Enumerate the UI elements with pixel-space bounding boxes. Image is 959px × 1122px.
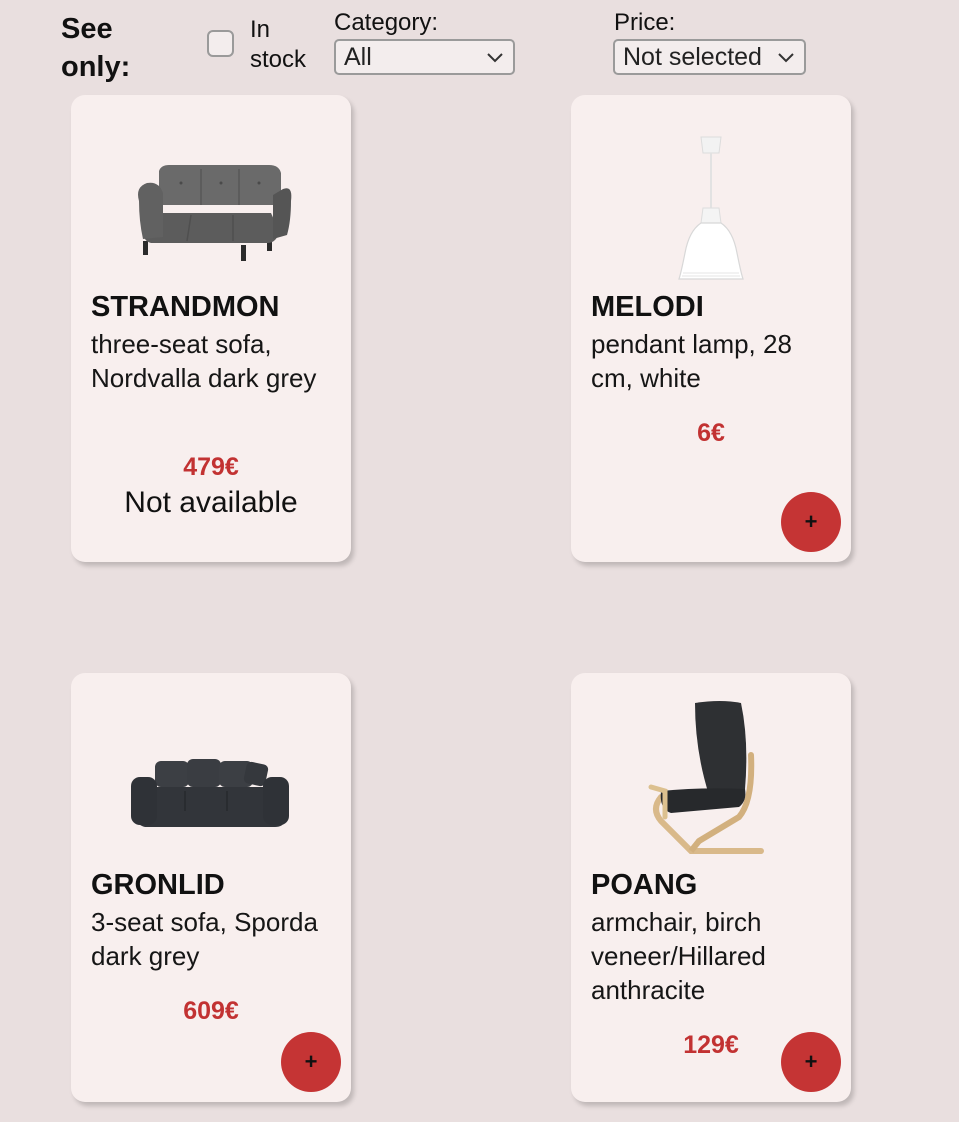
- armchair-image: [648, 701, 764, 854]
- category-label: Category:: [334, 9, 439, 36]
- add-to-cart-button[interactable]: +: [781, 1032, 841, 1092]
- product-name: POANG: [591, 869, 698, 901]
- product-card-melodi[interactable]: MELODI pendant lamp, 28 cm, white 6€ +: [571, 95, 851, 562]
- product-price: 6€: [697, 419, 725, 447]
- add-to-cart-button[interactable]: +: [281, 1032, 341, 1092]
- product-card-gronlid[interactable]: GRONLID 3-seat sofa, Sporda dark grey 60…: [71, 673, 351, 1102]
- product-description: pendant lamp, 28 cm, white: [591, 329, 792, 393]
- pendant-lamp-image: [678, 136, 744, 280]
- in-stock-label[interactable]: In stock: [250, 15, 330, 75]
- category-select[interactable]: All: [334, 39, 515, 75]
- category-select-value: All: [344, 43, 372, 71]
- chevron-down-icon: [487, 53, 503, 63]
- in-stock-checkbox[interactable]: [207, 30, 234, 57]
- chevron-down-icon: [778, 53, 794, 63]
- price-select[interactable]: Not selected: [613, 39, 806, 75]
- availability-status: Not available: [124, 486, 298, 519]
- product-price: 479€: [183, 453, 239, 481]
- product-description: 3-seat sofa, Sporda dark grey: [91, 907, 318, 971]
- product-name: GRONLID: [91, 869, 225, 901]
- product-description: three-seat sofa, Nordvalla dark grey: [91, 329, 317, 393]
- product-card-strandmon[interactable]: STRANDMON three-seat sofa, Nordvalla dar…: [71, 95, 351, 562]
- product-description: armchair, birch veneer/Hillared anthraci…: [591, 907, 766, 1005]
- price-label: Price:: [614, 9, 676, 36]
- wingback-sofa-image: [138, 165, 292, 261]
- product-price: 609€: [183, 997, 239, 1025]
- three-seat-sofa-image: [131, 759, 289, 827]
- product-name: MELODI: [591, 291, 704, 323]
- product-name: STRANDMON: [91, 291, 280, 323]
- add-to-cart-button[interactable]: +: [781, 492, 841, 552]
- product-card-poang[interactable]: POANG armchair, birch veneer/Hillared an…: [571, 673, 851, 1102]
- price-select-value: Not selected: [623, 43, 762, 71]
- see-only-label: See only:: [61, 13, 131, 83]
- filter-bar: See only: In stock Category: All Price: …: [0, 0, 959, 90]
